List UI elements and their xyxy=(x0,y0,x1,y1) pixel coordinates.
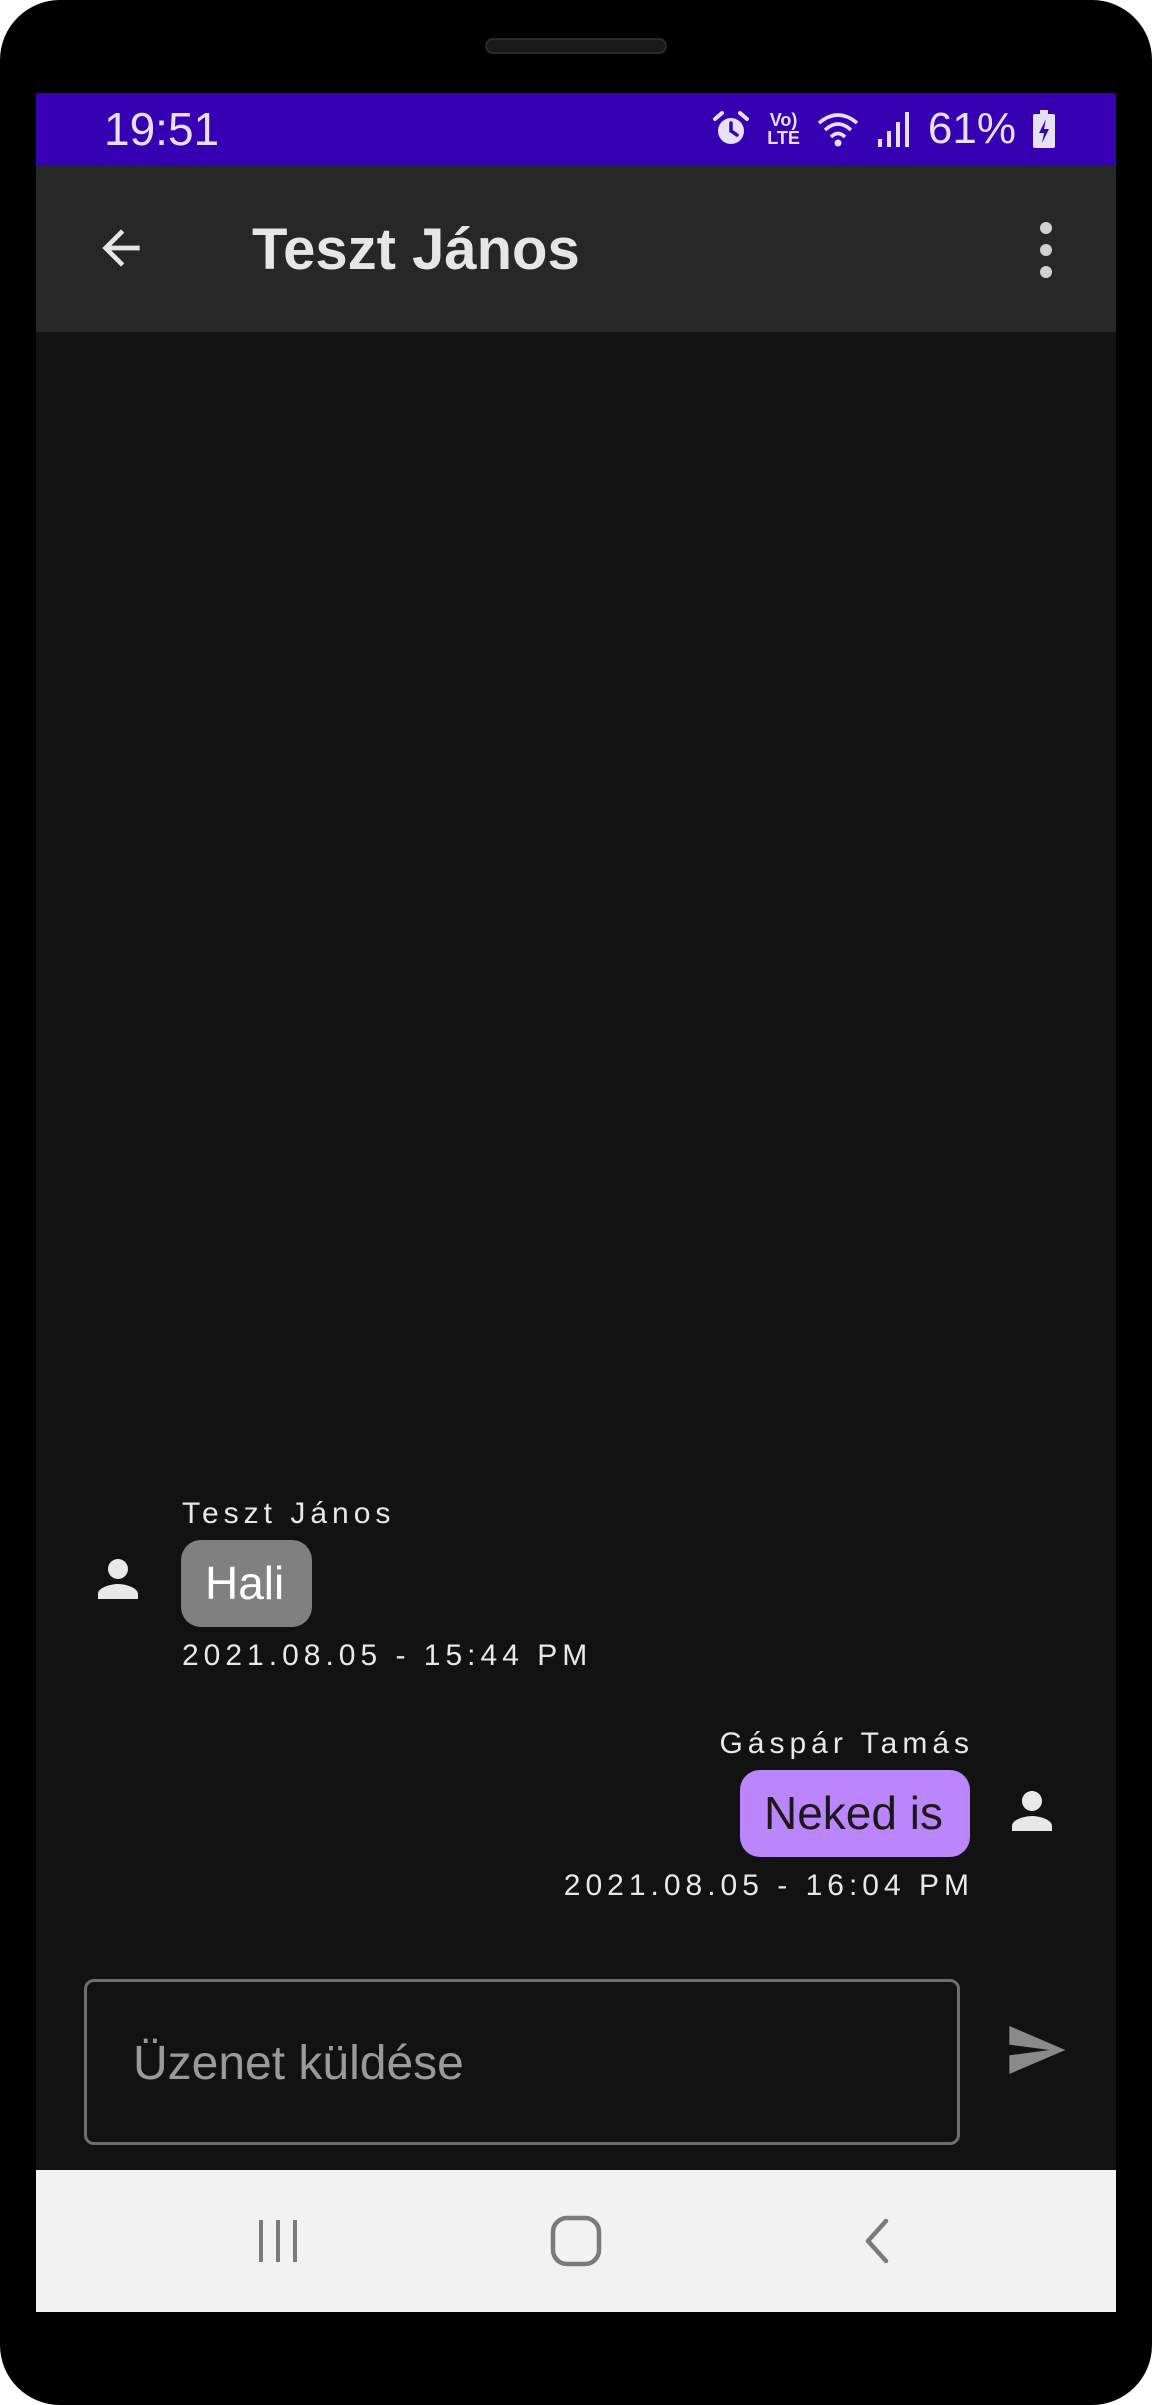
message-bubble[interactable]: Hali xyxy=(181,1540,312,1627)
conversation-title: Teszt János xyxy=(252,217,580,282)
person-icon xyxy=(1012,1791,1052,1831)
message-bubble[interactable]: Neked is xyxy=(740,1770,970,1857)
status-bar: 19:51 Vo) LTE 61% xyxy=(36,93,1116,165)
status-icons: Vo) LTE 61% xyxy=(711,103,1056,155)
volte-icon: Vo) LTE xyxy=(767,111,800,147)
message-sender: Gáspár Tamás xyxy=(719,1727,974,1760)
send-icon xyxy=(1009,2026,1066,2074)
message-input-container[interactable] xyxy=(84,1979,960,2145)
message-timestamp: 2021.08.05 - 16:04 PM xyxy=(563,1869,974,1902)
arrow-back-icon xyxy=(102,229,140,267)
screen: 19:51 Vo) LTE 61% Teszt János Teszt Jáno… xyxy=(36,93,1116,2312)
home-button[interactable] xyxy=(541,2206,611,2276)
alarm-icon xyxy=(711,109,751,149)
app-bar: Teszt János xyxy=(36,165,1116,332)
recent-apps-button[interactable] xyxy=(243,2206,313,2276)
battery-charging-icon xyxy=(1032,109,1056,149)
message-timestamp: 2021.08.05 - 15:44 PM xyxy=(182,1639,593,1672)
volte-line-1: Vo) xyxy=(769,110,798,130)
message-sender: Teszt János xyxy=(182,1497,396,1530)
battery-percent: 61% xyxy=(927,104,1016,153)
person-icon xyxy=(98,1559,138,1599)
recent-apps-icon xyxy=(259,2220,297,2262)
wifi-icon xyxy=(816,109,860,149)
message-input[interactable] xyxy=(131,2026,915,2100)
phone-frame: 19:51 Vo) LTE 61% Teszt János Teszt Jáno… xyxy=(0,0,1152,2405)
back-nav-icon xyxy=(865,2218,889,2264)
home-icon xyxy=(550,2215,602,2267)
more-vert-icon xyxy=(1040,222,1052,278)
system-nav-bar xyxy=(36,2170,1116,2312)
earpiece-speaker xyxy=(485,38,667,54)
send-button[interactable] xyxy=(1004,2018,1068,2082)
back-button[interactable] xyxy=(86,213,156,283)
signal-icon xyxy=(876,109,912,149)
volte-line-2: LTE xyxy=(767,128,800,148)
back-nav-button[interactable] xyxy=(842,2206,912,2276)
status-time: 19:51 xyxy=(104,103,220,155)
more-options-button[interactable] xyxy=(1026,215,1066,285)
